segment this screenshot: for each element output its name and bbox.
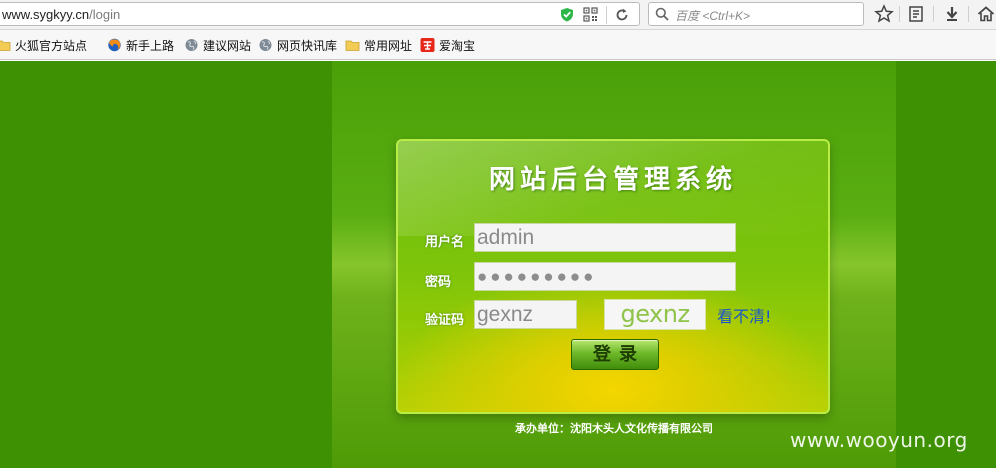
bookmark-item[interactable]: 爱淘宝	[420, 37, 475, 53]
username-value: admin	[477, 226, 535, 249]
search-icon	[655, 7, 669, 21]
login-panel: 网站后台管理系统 用户名 admin 密码 ●●●●●●●●● 验证码 gexn…	[396, 139, 830, 414]
folder-icon	[345, 40, 360, 51]
captcha-image[interactable]: gexnz	[604, 299, 706, 330]
download-icon[interactable]	[942, 4, 962, 24]
toolbar-separator	[968, 6, 969, 22]
globe-icon	[185, 39, 198, 51]
bookmark-label: 网页快讯库	[277, 38, 338, 53]
bookmark-label: 火狐官方站点	[15, 38, 88, 53]
url-separator	[606, 6, 607, 24]
login-title: 网站后台管理系统	[488, 165, 737, 195]
url-path: /login	[89, 7, 121, 22]
username-input[interactable]: admin	[474, 223, 736, 252]
bookmark-label: 新手上路	[126, 38, 175, 53]
bookmarks-bar: 火狐官方站点 新手上路 建议网站 网页快讯库 常用网址 爱淘宝	[0, 30, 996, 60]
login-button[interactable]: 登录	[571, 339, 659, 370]
browser-toolbar: www.sygkyy.cn/login 百度 <Ctrl+K>	[0, 0, 996, 30]
home-icon[interactable]	[976, 4, 996, 24]
qr-code-icon[interactable]	[583, 7, 598, 22]
login-page: 网站后台管理系统 用户名 admin 密码 ●●●●●●●●● 验证码 gexn…	[0, 61, 996, 468]
bookmark-label: 建议网站	[203, 38, 252, 53]
password-value: ●●●●●●●●●	[477, 267, 597, 286]
folder-icon	[0, 40, 11, 51]
url-host: www.sygkyy.cn	[2, 7, 90, 22]
star-bookmark-icon[interactable]	[874, 4, 894, 24]
captcha-input-value: gexnz	[477, 303, 534, 326]
bookmark-item[interactable]: 常用网址	[345, 37, 412, 53]
url-text[interactable]: www.sygkyy.cn/login	[2, 7, 120, 22]
reload-icon[interactable]	[614, 7, 630, 23]
bookmark-label: 爱淘宝	[439, 38, 476, 53]
captcha-input[interactable]: gexnz	[474, 300, 577, 329]
username-label: 用户名	[425, 235, 465, 250]
bookmark-item[interactable]: 建议网站	[184, 37, 251, 53]
bookmark-item[interactable]: 新手上路	[107, 37, 174, 53]
shield-icon[interactable]	[560, 7, 574, 22]
search-placeholder: 百度 <Ctrl+K>	[675, 9, 751, 23]
refresh-captcha-link[interactable]: 看不清!	[717, 303, 771, 327]
globe-icon	[259, 39, 272, 51]
toolbar-separator	[899, 6, 900, 22]
bookmark-label: 常用网址	[364, 38, 413, 53]
bookmark-item[interactable]: 火狐官方站点	[0, 37, 87, 53]
toolbar-separator	[933, 6, 934, 22]
captcha-label: 验证码	[425, 313, 465, 328]
watermark: www.wooyun.org	[790, 428, 968, 452]
search-bar[interactable]: 百度 <Ctrl+K>	[648, 2, 864, 26]
taobao-icon	[420, 38, 435, 52]
password-label: 密码	[425, 275, 452, 290]
password-input[interactable]: ●●●●●●●●●	[474, 262, 736, 291]
firefox-icon	[108, 38, 121, 52]
reading-list-icon[interactable]	[906, 4, 926, 24]
bookmark-item[interactable]: 网页快讯库	[258, 37, 337, 53]
url-bar[interactable]: www.sygkyy.cn/login	[0, 2, 640, 26]
